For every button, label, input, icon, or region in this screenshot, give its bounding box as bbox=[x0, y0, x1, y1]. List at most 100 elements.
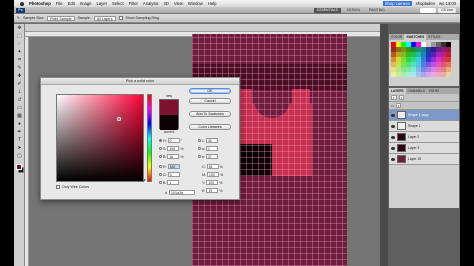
pen-tool-icon[interactable]: ✒ bbox=[15, 129, 24, 136]
input-lab-l[interactable]: 30 bbox=[206, 138, 218, 143]
cancel-button[interactable]: Cancel bbox=[189, 98, 231, 104]
menu-3d[interactable]: 3D bbox=[164, 1, 169, 6]
shape-tool-icon[interactable]: ▢ bbox=[15, 153, 24, 160]
quick-select-tool-icon[interactable]: ✦ bbox=[15, 49, 24, 56]
tab-channels[interactable]: CHANNELS bbox=[406, 88, 427, 94]
type-tool-icon[interactable]: T bbox=[15, 137, 24, 144]
visibility-eye-icon[interactable] bbox=[391, 135, 395, 139]
current-color-swatch[interactable] bbox=[160, 115, 178, 130]
color-marker[interactable] bbox=[117, 117, 121, 121]
add-to-swatches-button[interactable]: Add To Swatches bbox=[189, 111, 231, 117]
lasso-tool-icon[interactable]: ◌ bbox=[15, 41, 24, 48]
input-brightness[interactable]: 16 bbox=[167, 154, 180, 159]
blend-mode-select[interactable]: ▾ bbox=[391, 95, 397, 100]
marquee-tool-icon[interactable]: ⬚ bbox=[15, 33, 24, 40]
history-brush-icon[interactable]: ↺ bbox=[15, 97, 24, 104]
apple-icon[interactable] bbox=[20, 1, 24, 6]
hue-slider[interactable] bbox=[147, 94, 152, 182]
menu-filter[interactable]: Filter bbox=[129, 1, 138, 6]
input-lab-b[interactable]: 37 bbox=[206, 154, 218, 159]
workspace-design[interactable]: DESIGN bbox=[344, 8, 363, 13]
workspace-essentials[interactable]: ESSENTIALS bbox=[314, 8, 341, 13]
radio-hue[interactable] bbox=[159, 139, 162, 142]
layer-row[interactable]: Layer 3 bbox=[389, 143, 459, 154]
tab-layers[interactable]: LAYERS bbox=[389, 88, 406, 94]
tab-styles[interactable]: STYLES bbox=[426, 34, 442, 40]
menu-layer[interactable]: Layer bbox=[96, 1, 106, 6]
radio-brightness[interactable] bbox=[159, 155, 162, 158]
tab-color[interactable]: COLOR bbox=[389, 34, 404, 40]
ok-button[interactable]: OK bbox=[189, 88, 231, 94]
radio-saturation[interactable] bbox=[159, 147, 162, 150]
menu-analysis[interactable]: Analysis bbox=[143, 1, 159, 6]
menu-select[interactable]: Select bbox=[112, 1, 124, 6]
tab-paths[interactable]: PATHS bbox=[427, 88, 441, 94]
input-saturation[interactable]: 100 bbox=[167, 146, 180, 151]
document-tab[interactable] bbox=[25, 24, 380, 32]
visibility-eye-icon[interactable] bbox=[391, 157, 395, 161]
only-web-colors-checkbox[interactable] bbox=[56, 185, 60, 189]
fill-field[interactable]: ▾ bbox=[395, 103, 402, 108]
tab-swatches[interactable]: SWATCHES bbox=[404, 34, 427, 40]
menu-edit[interactable]: Edit bbox=[68, 1, 75, 6]
input-yellow[interactable]: 100 bbox=[206, 180, 219, 185]
show-ring-checkbox[interactable] bbox=[118, 16, 123, 20]
eyedropper-tool-icon[interactable]: ✎ bbox=[15, 65, 24, 72]
move-tool-icon[interactable]: ✥ bbox=[15, 25, 24, 32]
radio-lab-a[interactable] bbox=[198, 147, 201, 150]
layer-row[interactable]: Shape 1 copy bbox=[389, 110, 459, 121]
dodge-tool-icon[interactable]: ● bbox=[15, 121, 24, 128]
radio-red[interactable] bbox=[159, 165, 162, 168]
layer-row[interactable]: Layer 2 bbox=[389, 132, 459, 143]
radio-lab-b[interactable] bbox=[198, 155, 201, 158]
input-magenta[interactable]: 100 bbox=[207, 172, 219, 177]
input-black[interactable]: 19 bbox=[206, 188, 219, 193]
radio-blue[interactable] bbox=[159, 181, 162, 184]
path-select-icon[interactable]: ➤ bbox=[15, 145, 24, 152]
color-libraries-button[interactable]: Color Libraries bbox=[189, 124, 231, 130]
menu-view[interactable]: View bbox=[174, 1, 183, 6]
visibility-eye-icon[interactable] bbox=[391, 146, 395, 150]
stamp-tool-icon[interactable]: ⊥ bbox=[15, 89, 24, 96]
layer-row[interactable]: Shape 1 bbox=[389, 121, 459, 132]
color-swatch[interactable] bbox=[446, 72, 451, 77]
visibility-eye-icon[interactable] bbox=[391, 113, 395, 117]
crop-tool-icon[interactable]: ⌗ bbox=[15, 57, 24, 64]
eraser-tool-icon[interactable]: ▭ bbox=[15, 105, 24, 112]
opacity-field[interactable]: ▾ bbox=[398, 95, 405, 100]
menu-file[interactable]: File bbox=[56, 1, 63, 6]
input-blue[interactable]: 1 bbox=[167, 180, 180, 185]
menu-image[interactable]: Image bbox=[80, 1, 92, 6]
hex-input[interactable]: 101a3a bbox=[169, 190, 195, 195]
sample-select[interactable]: All Layers bbox=[93, 15, 116, 21]
menu-app-name[interactable]: Photoshop bbox=[29, 1, 51, 6]
healing-tool-icon[interactable]: ✚ bbox=[15, 73, 24, 80]
menu-extra-user[interactable]: shopladen bbox=[416, 1, 435, 6]
menu-help[interactable]: Help bbox=[208, 1, 217, 6]
sample-size-select[interactable]: Point Sample bbox=[47, 15, 75, 21]
saturation-brightness-field[interactable] bbox=[56, 94, 144, 182]
menu-window[interactable]: Window bbox=[188, 1, 203, 6]
eyedropper-icon[interactable]: ✎ bbox=[17, 16, 20, 20]
input-lab-a[interactable]: 1 bbox=[206, 146, 218, 151]
input-green[interactable]: 0 bbox=[167, 172, 180, 177]
radio-green[interactable] bbox=[159, 173, 162, 176]
cs-live-button[interactable]: CS Live bbox=[438, 8, 456, 13]
gradient-tool-icon[interactable]: ▦ bbox=[15, 113, 24, 120]
visibility-eye-icon[interactable] bbox=[391, 124, 395, 128]
radio-lab-l[interactable] bbox=[198, 139, 201, 142]
input-hue[interactable]: 0 bbox=[167, 138, 180, 143]
sample-label: Sample: bbox=[77, 16, 91, 20]
brush-tool-icon[interactable]: ✐ bbox=[15, 81, 24, 88]
layer-row[interactable]: Layer 19 bbox=[389, 154, 459, 165]
input-red[interactable]: 182 bbox=[167, 164, 180, 169]
menu-extra-camera[interactable]: Shop camera bbox=[382, 1, 412, 6]
swatch-grid[interactable] bbox=[389, 40, 459, 79]
lock-icon[interactable]: ⊡ bbox=[391, 104, 394, 108]
field-lab-a: a: 1 bbox=[198, 146, 218, 151]
input-cyan[interactable]: 46 bbox=[206, 164, 219, 169]
workspace-painting[interactable]: PAINTING bbox=[366, 8, 388, 13]
search-field[interactable] bbox=[420, 8, 436, 13]
hue-slider-arrow-icon[interactable]: ▸ bbox=[144, 177, 146, 182]
foreground-color-swatch[interactable] bbox=[16, 164, 22, 170]
